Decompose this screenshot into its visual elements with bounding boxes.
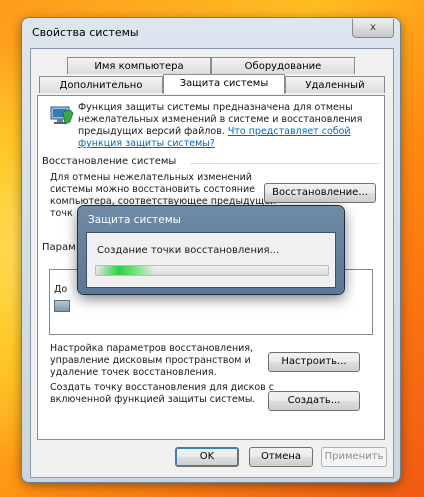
progress-dialog: Защита системы Создание точки восстановл… bbox=[78, 206, 344, 294]
apply-button[interactable]: Применить bbox=[321, 447, 387, 467]
restore-text-4: точк bbox=[50, 208, 73, 219]
restore-group-label: Восстановление системы bbox=[42, 156, 177, 167]
close-icon: x bbox=[370, 22, 376, 33]
tab-remote[interactable]: Удаленный доступ bbox=[285, 76, 385, 108]
intro-text-2: нежелательных изменений в системе и восс… bbox=[78, 114, 363, 125]
protection-group-label: Парам bbox=[42, 242, 76, 253]
progress-dialog-title: Защита системы bbox=[88, 214, 181, 226]
progress-message: Создание точки восстановления... bbox=[97, 245, 280, 256]
restore-text-1: Для отмены нежелательных изменений bbox=[50, 172, 252, 183]
help-link-2[interactable]: функция защиты системы? bbox=[78, 138, 215, 150]
intro-text-3a: предыдущих версий файлов. bbox=[78, 126, 225, 137]
tab-hardware[interactable]: Оборудование bbox=[211, 57, 355, 74]
progress-bar-fill bbox=[96, 266, 154, 275]
drive-icon bbox=[54, 300, 70, 312]
cancel-button[interactable]: Отмена bbox=[249, 447, 313, 467]
tab-computer-name[interactable]: Имя компьютера bbox=[67, 57, 211, 74]
restore-text-2: системы можно восстановить состояние bbox=[50, 184, 255, 195]
progress-dialog-body: Создание точки восстановления... bbox=[86, 232, 336, 288]
create-button[interactable]: Создать... bbox=[268, 391, 360, 411]
window-title: Свойства системы bbox=[32, 26, 139, 39]
help-link-1[interactable]: Что представляет собой bbox=[228, 126, 351, 137]
configure-text-1: Настройка параметров восстановления, bbox=[50, 343, 254, 354]
restore-group-divider bbox=[190, 163, 380, 164]
close-button[interactable]: x bbox=[352, 19, 394, 38]
tab-advanced[interactable]: Дополнительно bbox=[39, 76, 163, 93]
create-text-1: Создать точку восстановления для дисков … bbox=[50, 382, 274, 393]
configure-button[interactable]: Настроить... bbox=[268, 352, 360, 372]
progress-bar bbox=[95, 265, 329, 276]
configure-text-2: управление дисковым пространством и bbox=[50, 355, 251, 366]
drives-list-header: До bbox=[54, 284, 68, 295]
tab-system-protection[interactable]: Защита системы bbox=[163, 74, 285, 94]
restore-button[interactable]: Восстановление... bbox=[264, 183, 376, 203]
system-protection-icon bbox=[48, 102, 74, 128]
ok-button[interactable]: OK bbox=[175, 447, 239, 467]
create-text-2: включенной функцией защиты системы. bbox=[50, 394, 256, 405]
intro-text-3: предыдущих версий файлов. Что представля… bbox=[78, 126, 351, 138]
intro-text-1: Функция защиты системы предназначена для… bbox=[78, 102, 353, 113]
configure-text-3: удаление точек восстановления. bbox=[50, 367, 217, 378]
